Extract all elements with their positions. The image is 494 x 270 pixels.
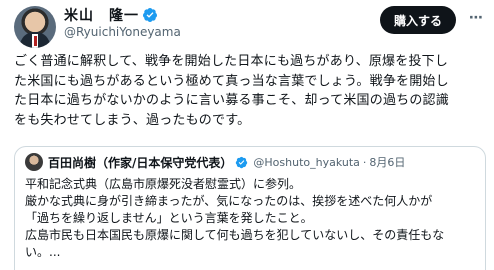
quoted-tweet-date: 8月6日 xyxy=(369,156,406,169)
quoted-tweet-line: 広島市民も日本国民も原爆に関して何も過ちを犯していないし、その責任もな xyxy=(25,228,445,242)
quoted-tweet-header: 百田尚樹（作家/日本保守党代表） @Hoshuto_hyakuta · 8月6日 xyxy=(25,153,405,171)
tweet-line: た米国にも過ちがあるという極めて真っ当な言葉でしょう。戦争を開始し xyxy=(14,73,449,89)
quoted-tweet-line: 「過ちを繰り返しません」という言葉を発したこと。 xyxy=(25,211,313,225)
tweet-line: をも失わせてしまう、過ったものです。 xyxy=(14,112,251,128)
verified-badge-icon xyxy=(236,156,248,168)
tweet-header: 米山 隆一 @RyuichiYoneyama 購入する ⋯ xyxy=(0,0,494,48)
avatar-tie xyxy=(33,36,37,46)
more-options-icon[interactable]: ⋯ xyxy=(464,6,488,30)
quoted-tweet-line: 平和記念式典（広島市原爆死没者慰霊式）に参列。 xyxy=(25,177,302,191)
tweet-body: ごく普通に解釈して、戦争を開始した日本にも過ちがあり、原爆を投下し た米国にも過… xyxy=(14,52,484,130)
subscribe-button[interactable]: 購入する xyxy=(380,6,456,34)
quoted-tweet-card[interactable]: 百田尚樹（作家/日本保守党代表） @Hoshuto_hyakuta · 8月6日… xyxy=(14,146,486,270)
quoted-author-avatar xyxy=(25,153,43,171)
separator-dot: · xyxy=(362,155,367,169)
verified-badge-icon xyxy=(142,8,157,22)
quoted-author-name: 百田尚樹（作家/日本保守党代表） xyxy=(48,155,233,170)
author-avatar[interactable] xyxy=(14,6,56,48)
author-name[interactable]: 米山 隆一 xyxy=(64,5,139,25)
author-name-row[interactable]: 米山 隆一 xyxy=(64,6,158,24)
author-handle[interactable]: @RyuichiYoneyama xyxy=(64,25,181,39)
tweet-line: た日本に過ちがないかのように言い募る事こそ、却って米国の過ちの認識 xyxy=(14,93,449,108)
quoted-author-handle: @Hoshuto_hyakuta xyxy=(253,155,360,169)
quoted-tweet-body: 平和記念式典（広島市原爆死没者慰霊式）に参列。 厳かな式典に身が引き締まったが、… xyxy=(25,176,481,261)
tweet-line: ごく普通に解釈して、戦争を開始した日本にも過ちがあり、原爆を投下し xyxy=(14,54,449,69)
quoted-tweet-line: 厳かな式典に身が引き締まったが、気になったのは、挨拶を述べた何人かが xyxy=(25,194,433,208)
quoted-tweet-line: い。... xyxy=(25,245,61,259)
